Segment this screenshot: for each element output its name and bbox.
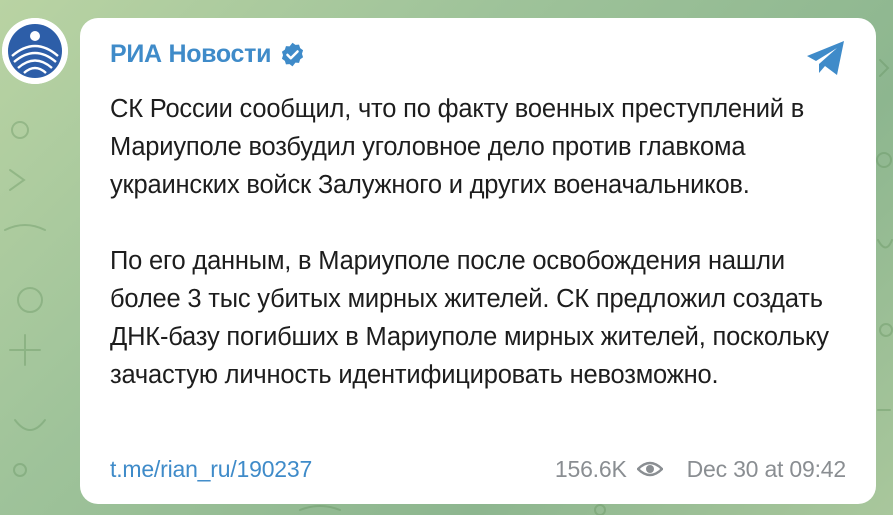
message-card: РИА Новости СК России сообщил, что по фа… (80, 18, 876, 504)
channel-name[interactable]: РИА Новости (110, 40, 271, 69)
post-meta: 156.6K Dec 30 at 09:42 (555, 456, 846, 483)
verified-badge-icon (282, 42, 304, 67)
message-footer: t.me/rian_ru/190237 156.6K Dec 30 at 09:… (110, 454, 846, 484)
post-link[interactable]: t.me/rian_ru/190237 (110, 456, 312, 483)
view-count: 156.6K (554, 455, 627, 482)
ria-logo-icon (2, 18, 68, 84)
channel-avatar[interactable] (2, 18, 68, 84)
timestamp: Dec 30 at 09:42 (686, 455, 847, 482)
telegram-share-icon[interactable] (804, 38, 848, 78)
message-text: СК России сообщил, что по факту военных … (110, 90, 860, 394)
eye-icon (636, 461, 663, 477)
message-paragraph-1: СК России сообщил, что по факту военных … (110, 95, 805, 199)
channel-header: РИА Новости (110, 40, 306, 69)
message-paragraph-2: По его данным, в Мариуполе после освобож… (110, 247, 829, 389)
